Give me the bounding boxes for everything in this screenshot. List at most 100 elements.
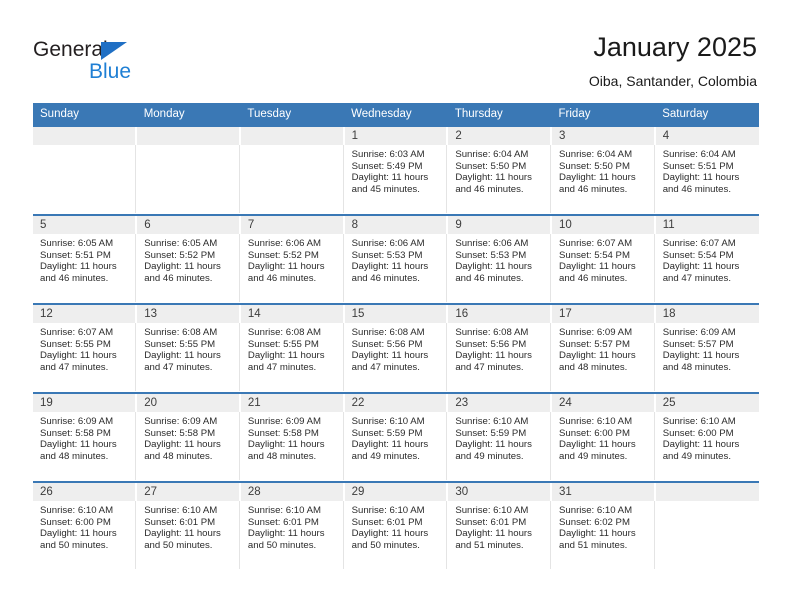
day-detail: Sunrise: 6:10 AM Sunset: 6:01 PM Daylight:… xyxy=(241,501,344,569)
day-number: 17 xyxy=(552,305,655,323)
day-daylight-line-text: and 49 minutes. xyxy=(559,450,628,462)
calendar-day-cell[interactable]: 12 Sunrise: 6:07 AM Sunset: 5:55 PM Dayligh… xyxy=(33,303,138,393)
day-daylight-line-text: and 46 minutes. xyxy=(144,272,213,284)
day-sunset-text: Sunset: 5:55 PM xyxy=(40,338,111,350)
calendar-day-cell[interactable]: 23 Sunrise: 6:10 AM Sunset: 5:59 PM Dayligh… xyxy=(447,392,553,482)
day-sunrise-text: Sunrise: 6:06 AM xyxy=(247,238,321,249)
calendar-day-cell[interactable]: 20 Sunrise: 6:09 AM Sunset: 5:58 PM Dayligh… xyxy=(136,392,241,482)
day-daylight-line-text: Daylight: 11 hours xyxy=(662,261,740,273)
day-sunrise-text: Sunrise: 6:10 AM xyxy=(351,416,425,427)
day-daylight-line-text: Daylight: 11 hours xyxy=(455,172,532,184)
calendar-day-cell[interactable]: 1 Sunrise: 6:03 AM Sunset: 5:49 PM Daylight… xyxy=(344,125,449,215)
day-daylight-line-text: and 47 minutes. xyxy=(40,361,109,373)
calendar-day-cell[interactable]: 24 Sunrise: 6:10 AM Sunset: 6:00 PM Dayligh… xyxy=(551,392,656,482)
day-number: 27 xyxy=(137,483,240,501)
day-sunrise-text: Sunrise: 6:05 AM xyxy=(40,238,114,249)
calendar-day-cell[interactable]: 26 Sunrise: 6:10 AM Sunset: 6:00 PM Dayligh… xyxy=(33,481,138,571)
day-sunset-text: Sunset: 6:01 PM xyxy=(351,516,423,528)
calendar-day-cell[interactable]: 2 Sunrise: 6:04 AM Sunset: 5:50 PM Daylight… xyxy=(447,125,553,215)
day-sunrise-text: Sunrise: 6:08 AM xyxy=(247,327,321,338)
day-daylight-line-text: Daylight: 11 hours xyxy=(559,439,636,451)
day-daylight-line-text: Daylight: 11 hours xyxy=(144,528,221,540)
day-daylight-line-text: Daylight: 11 hours xyxy=(455,439,532,451)
day-number: 23 xyxy=(448,394,552,412)
calendar-day-cell[interactable]: 6 Sunrise: 6:05 AM Sunset: 5:52 PM Daylight… xyxy=(136,214,241,304)
calendar-week-row: 19 Sunrise: 6:09 AM Sunset: 5:58 PM Dayligh… xyxy=(33,392,759,482)
calendar-day-cell[interactable]: 30 Sunrise: 6:10 AM Sunset: 6:01 PM Dayligh… xyxy=(447,481,553,571)
day-daylight-line-text: and 46 minutes. xyxy=(455,183,524,195)
day-sunset-text: Sunset: 6:02 PM xyxy=(559,516,630,528)
day-daylight-line-text: and 49 minutes. xyxy=(351,450,420,462)
day-sunrise-text: Sunrise: 6:08 AM xyxy=(144,327,218,338)
day-detail: Sunrise: 6:07 AM Sunset: 5:55 PM Daylight:… xyxy=(33,323,137,391)
day-number: 13 xyxy=(137,305,240,323)
calendar-day-cell[interactable]: 18 Sunrise: 6:09 AM Sunset: 5:57 PM Dayligh… xyxy=(655,303,759,393)
general-blue-logo[interactable]: General Blue xyxy=(33,38,233,88)
calendar-day-cell[interactable]: 9 Sunrise: 6:06 AM Sunset: 5:53 PM Daylight… xyxy=(447,214,553,304)
calendar-day-cell-empty xyxy=(33,125,138,215)
day-daylight-line-text: and 46 minutes. xyxy=(247,272,317,284)
calendar-day-cell[interactable]: 16 Sunrise: 6:08 AM Sunset: 5:56 PM Dayligh… xyxy=(447,303,553,393)
day-detail: Sunrise: 6:10 AM Sunset: 6:00 PM Daylight:… xyxy=(656,412,759,480)
calendar-day-cell[interactable]: 22 Sunrise: 6:10 AM Sunset: 5:59 PM Dayligh… xyxy=(344,392,449,482)
calendar-day-cell[interactable]: 13 Sunrise: 6:08 AM Sunset: 5:55 PM Dayligh… xyxy=(136,303,241,393)
calendar-week-row: 26 Sunrise: 6:10 AM Sunset: 6:00 PM Dayligh… xyxy=(33,481,759,571)
day-daylight-line-text: and 46 minutes. xyxy=(662,183,731,195)
day-daylight-line-text: and 49 minutes. xyxy=(455,450,524,462)
calendar-day-cell[interactable]: 8 Sunrise: 6:06 AM Sunset: 5:53 PM Daylight… xyxy=(344,214,449,304)
day-daylight-line-text: and 47 minutes. xyxy=(144,361,213,373)
day-detail: Sunrise: 6:09 AM Sunset: 5:58 PM Daylight:… xyxy=(33,412,137,480)
day-daylight-line-text: and 50 minutes. xyxy=(40,539,109,551)
day-daylight-line-text: Daylight: 11 hours xyxy=(40,528,117,540)
day-sunset-text: Sunset: 5:54 PM xyxy=(662,249,734,261)
day-number: 15 xyxy=(344,305,448,323)
day-sunrise-text: Sunrise: 6:08 AM xyxy=(351,327,425,338)
calendar-day-cell[interactable]: 15 Sunrise: 6:08 AM Sunset: 5:56 PM Dayligh… xyxy=(344,303,449,393)
day-detail xyxy=(241,145,344,213)
day-daylight-line-text: Daylight: 11 hours xyxy=(351,261,429,273)
calendar-day-cell[interactable]: 17 Sunrise: 6:09 AM Sunset: 5:57 PM Dayligh… xyxy=(551,303,656,393)
day-number xyxy=(33,127,137,145)
day-daylight-line-text: Daylight: 11 hours xyxy=(559,261,636,273)
calendar-day-cell[interactable]: 3 Sunrise: 6:04 AM Sunset: 5:50 PM Daylight… xyxy=(551,125,656,215)
calendar-day-cell[interactable]: 19 Sunrise: 6:09 AM Sunset: 5:58 PM Dayligh… xyxy=(33,392,138,482)
day-number: 4 xyxy=(655,127,759,145)
calendar-table: Sunday Monday Tuesday Wednesday Thursday… xyxy=(33,103,759,571)
day-number: 30 xyxy=(448,483,552,501)
day-sunrise-text: Sunrise: 6:03 AM xyxy=(351,149,425,160)
day-detail: Sunrise: 6:09 AM Sunset: 5:58 PM Daylight:… xyxy=(241,412,344,480)
day-detail: Sunrise: 6:08 AM Sunset: 5:56 PM Daylight:… xyxy=(345,323,448,391)
calendar-day-cell[interactable]: 27 Sunrise: 6:10 AM Sunset: 6:01 PM Dayligh… xyxy=(136,481,241,571)
calendar-day-cell[interactable]: 5 Sunrise: 6:05 AM Sunset: 5:51 PM Daylight… xyxy=(33,214,138,304)
calendar-day-cell[interactable]: 4 Sunrise: 6:04 AM Sunset: 5:51 PM Daylight… xyxy=(655,125,759,215)
logo-text-general: General xyxy=(33,38,108,61)
day-daylight-line-text: Daylight: 11 hours xyxy=(559,350,636,362)
calendar-day-cell[interactable]: 10 Sunrise: 6:07 AM Sunset: 5:54 PM Dayligh… xyxy=(551,214,656,304)
day-sunset-text: Sunset: 5:51 PM xyxy=(40,249,111,261)
day-sunrise-text: Sunrise: 6:04 AM xyxy=(559,149,633,160)
day-daylight-line-text: Daylight: 11 hours xyxy=(144,439,221,451)
calendar-day-cell[interactable]: 7 Sunrise: 6:06 AM Sunset: 5:52 PM Daylight… xyxy=(240,214,345,304)
day-daylight-line-text: Daylight: 11 hours xyxy=(351,528,429,540)
calendar-day-cell[interactable]: 29 Sunrise: 6:10 AM Sunset: 6:01 PM Dayligh… xyxy=(344,481,449,571)
calendar-day-cell[interactable]: 21 Sunrise: 6:09 AM Sunset: 5:58 PM Dayligh… xyxy=(240,392,345,482)
day-number: 18 xyxy=(655,305,759,323)
calendar-day-cell[interactable]: 28 Sunrise: 6:10 AM Sunset: 6:01 PM Dayligh… xyxy=(240,481,345,571)
day-sunset-text: Sunset: 5:57 PM xyxy=(662,338,734,350)
calendar-day-cell[interactable]: 25 Sunrise: 6:10 AM Sunset: 6:00 PM Dayligh… xyxy=(655,392,759,482)
day-daylight-line-text: and 46 minutes. xyxy=(559,272,628,284)
calendar-day-cell[interactable]: 14 Sunrise: 6:08 AM Sunset: 5:55 PM Dayligh… xyxy=(240,303,345,393)
calendar-day-cell[interactable]: 11 Sunrise: 6:07 AM Sunset: 5:54 PM Dayligh… xyxy=(655,214,759,304)
day-daylight-line-text: Daylight: 11 hours xyxy=(40,350,117,362)
day-number: 25 xyxy=(655,394,759,412)
day-sunset-text: Sunset: 5:50 PM xyxy=(455,160,527,172)
day-number: 10 xyxy=(552,216,655,234)
day-sunrise-text: Sunrise: 6:06 AM xyxy=(455,238,529,249)
day-number: 12 xyxy=(33,305,137,323)
day-daylight-line-text: Daylight: 11 hours xyxy=(247,261,325,273)
day-detail: Sunrise: 6:10 AM Sunset: 6:01 PM Daylight:… xyxy=(448,501,552,569)
calendar-week-row: 12 Sunrise: 6:07 AM Sunset: 5:55 PM Dayligh… xyxy=(33,303,759,393)
calendar-day-cell[interactable]: 31 Sunrise: 6:10 AM Sunset: 6:02 PM Dayligh… xyxy=(551,481,656,571)
day-sunrise-text: Sunrise: 6:06 AM xyxy=(351,238,425,249)
weekday-header-thursday: Thursday xyxy=(447,103,552,126)
